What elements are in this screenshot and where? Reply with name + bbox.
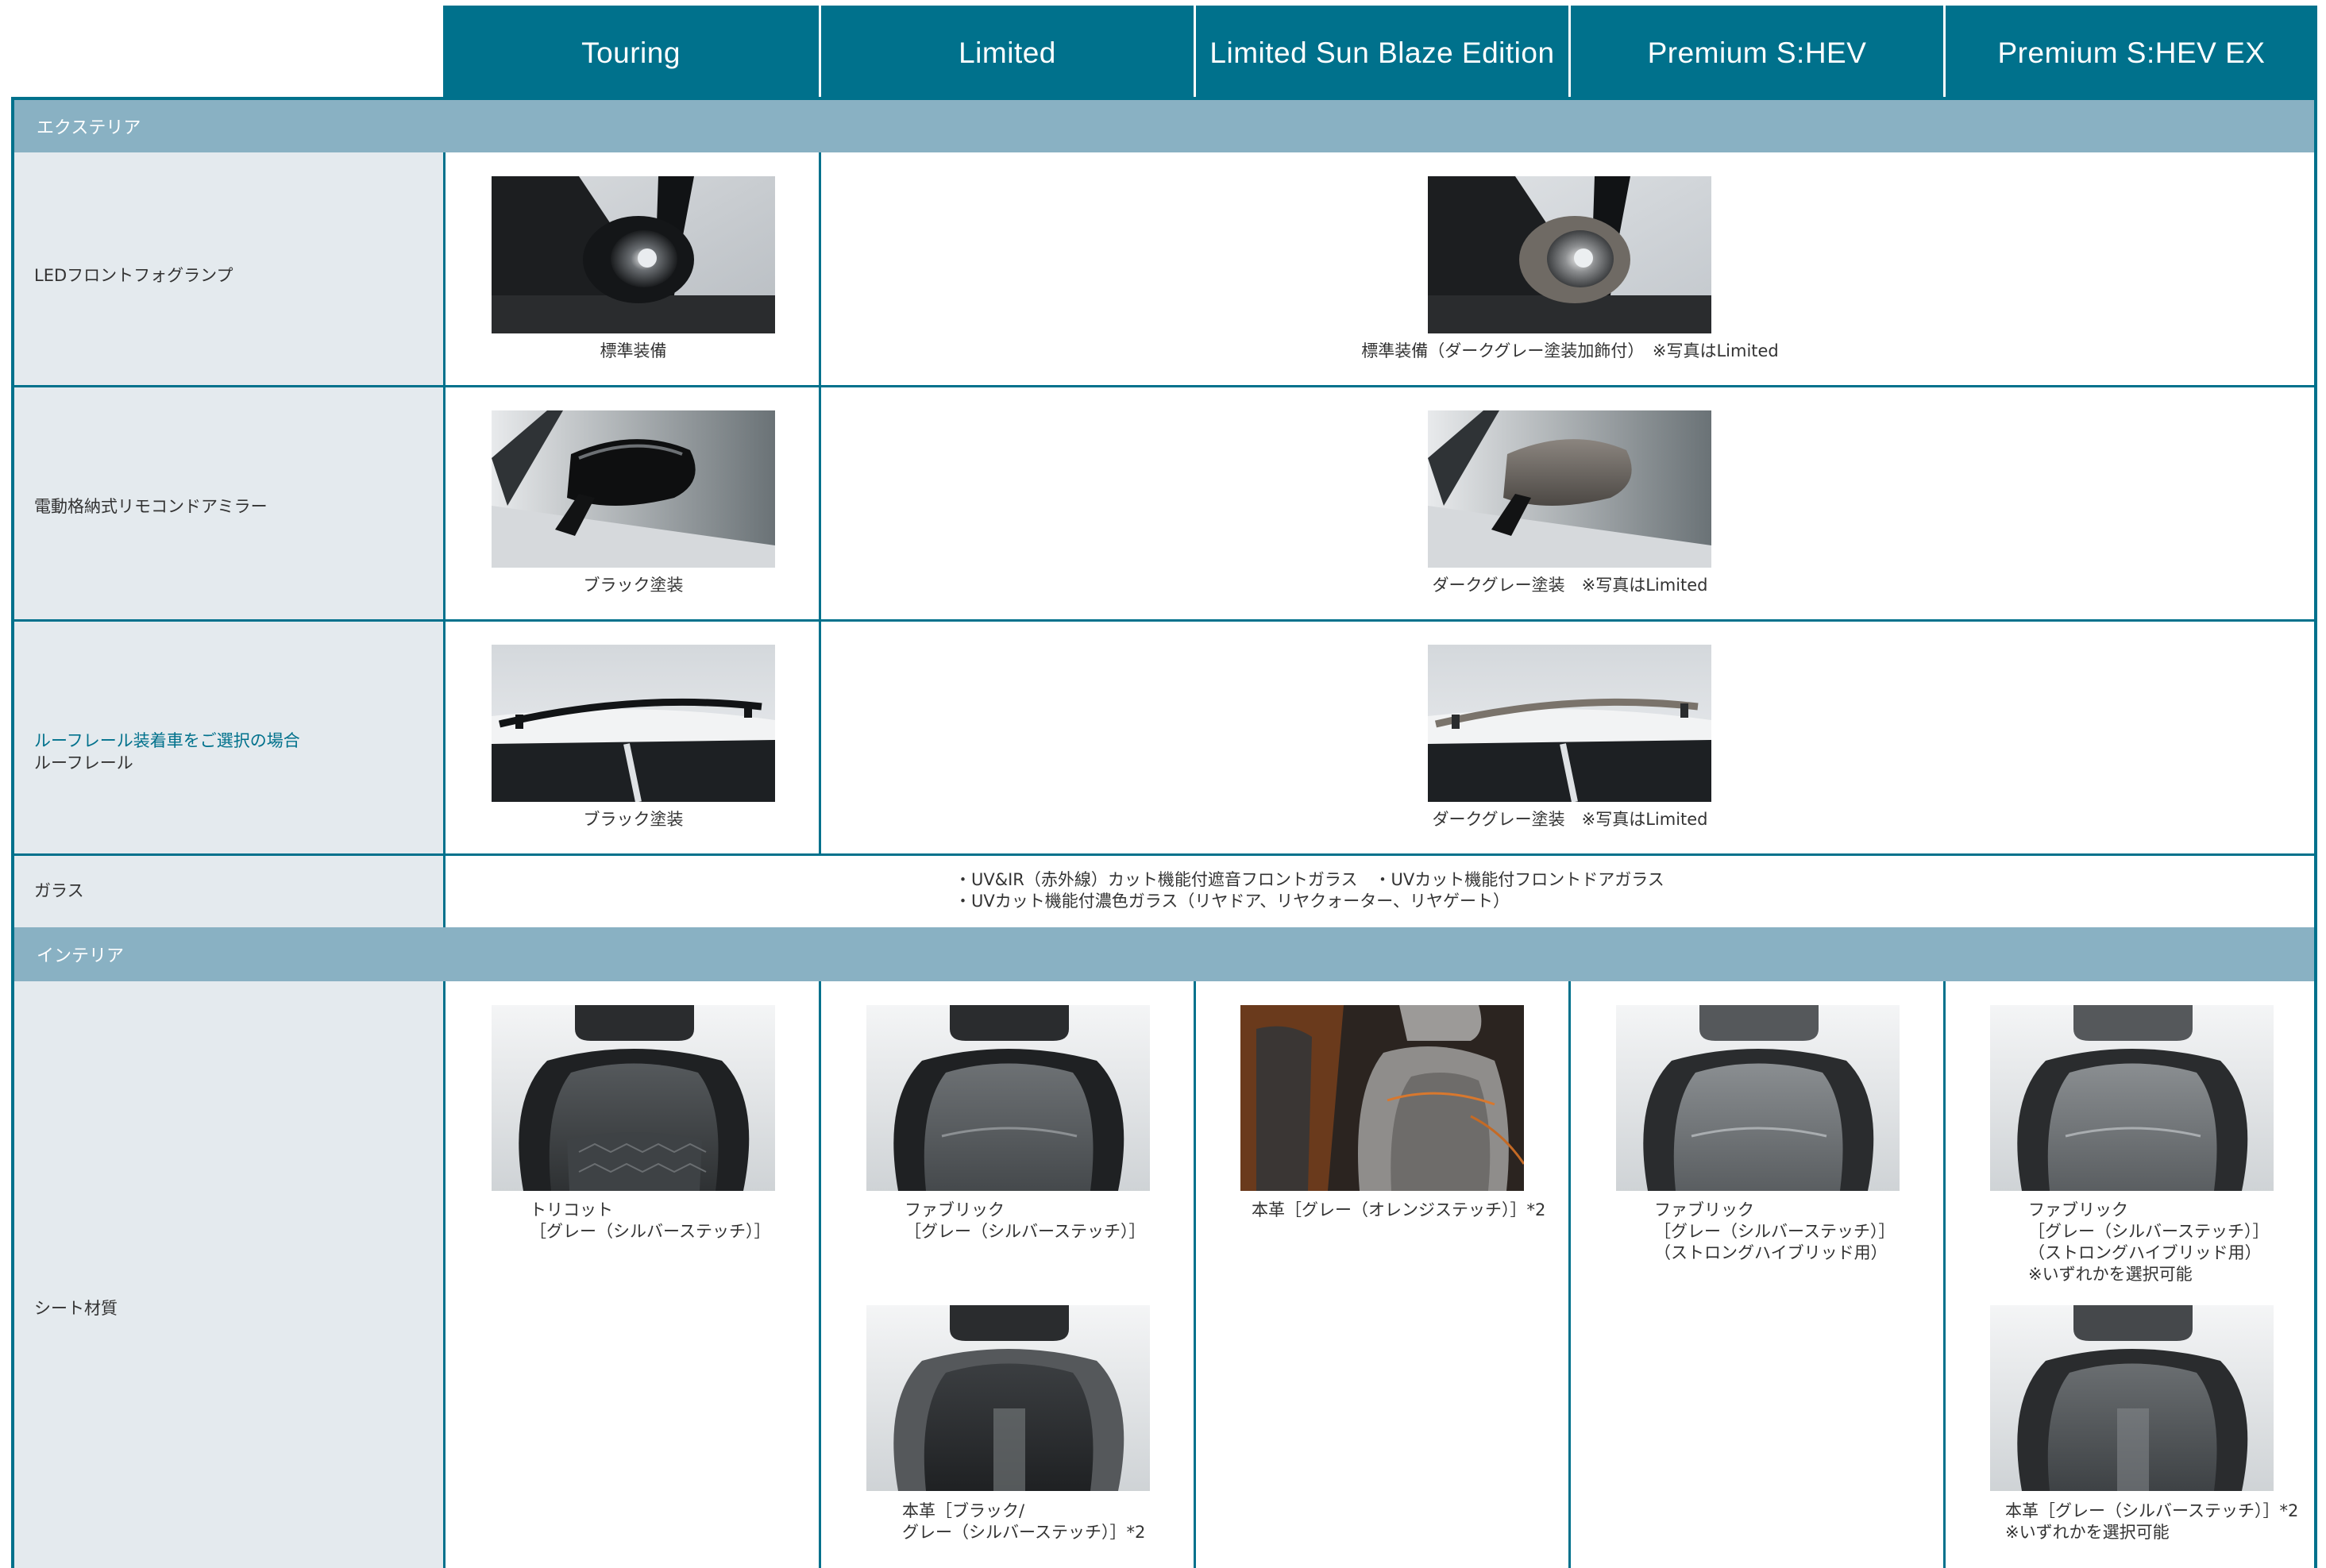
column-divider [1943, 981, 1946, 1568]
seat-leather-black-photo [866, 1305, 1150, 1491]
row-label-fog-lamp: LEDフロントフォグランプ [34, 266, 233, 285]
mirror-gray-photo [1428, 410, 1711, 568]
column-divider [443, 981, 446, 1568]
grade-header-limited-sun-blaze: Limited Sun Blaze Edition [1196, 6, 1568, 101]
fog-lamp-other-grades-caption: 標準装備（ダークグレー塗装加飾付） ※写真はLimited [1361, 341, 1779, 360]
glass-spec-line-1: ・UV&IR（赤外線）カット機能付遮音フロントガラス ・UVカット機能付フロント… [955, 870, 1664, 889]
mirror-touring-caption: ブラック塗装 [583, 576, 684, 595]
row-divider [14, 853, 2314, 856]
column-divider [1194, 981, 1196, 1568]
seat-premium-caption: ファブリック ［グレー（シルバーステッチ）］ （ストロングハイブリッド用） [1654, 1200, 1896, 1262]
row-divider [14, 385, 2314, 387]
roof-rail-touring-caption: ブラック塗装 [583, 810, 684, 829]
roof-rail-gray-photo [1428, 645, 1711, 802]
seat-leather-gray-photo [1990, 1305, 2274, 1491]
row-label-seat-material: シート材質 [34, 1299, 118, 1318]
seat-touring-caption: トリコット ［グレー（シルバーステッチ）］ [530, 1200, 771, 1241]
roof-rail-option-note: ルーフレール装着車をご選択の場合 [34, 731, 300, 750]
roof-rail-other-grades-caption: ダークグレー塗装 ※写真はLimited [1432, 810, 1708, 829]
roof-rail-black-photo [492, 645, 775, 802]
row-label-door-mirror: 電動格納式リモコンドアミラー [34, 497, 268, 516]
seat-limited-fabric-caption: ファブリック ［グレー（シルバーステッチ）］ [905, 1200, 1146, 1241]
seat-limited-leather-caption: 本革［ブラック/ グレー（シルバーステッチ）］*2 [902, 1501, 1146, 1542]
mirror-other-grades-caption: ダークグレー塗装 ※写真はLimited [1432, 576, 1708, 595]
grade-header-premium-shev: Premium S:HEV [1571, 6, 1943, 101]
roof-rail-label: ルーフレール [34, 753, 133, 772]
seat-tricot-photo [492, 1005, 775, 1191]
row-label-glass: ガラス [34, 881, 84, 900]
seat-fabric-photo [866, 1005, 1150, 1191]
seat-hybrid-fabric-ex-photo [1990, 1005, 2274, 1191]
fog-lamp-gray-photo [1428, 176, 1711, 333]
mirror-black-photo [492, 410, 775, 568]
seat-orange-stitch-photo [1240, 1005, 1524, 1191]
seat-premium-ex-leather-caption: 本革［グレー（シルバーステッチ）］*2 ※いずれかを選択可能 [2005, 1501, 2299, 1542]
glass-spec-line-2: ・UVカット機能付濃色ガラス（リヤドア、リヤクォーター、リヤゲート） [955, 892, 1510, 911]
column-divider [819, 981, 821, 1568]
grade-header-touring: Touring [443, 6, 819, 101]
column-divider [443, 152, 446, 927]
column-divider [819, 152, 821, 856]
section-exterior: エクステリア [14, 100, 2314, 152]
seat-sun-blaze-caption: 本革［グレー（オレンジステッチ）］*2 [1252, 1200, 1546, 1219]
row-label-roof-rail: ルーフレール装着車をご選択の場合 ルーフレール [34, 730, 300, 774]
seat-hybrid-fabric-photo [1616, 1005, 1900, 1191]
grade-header-premium-shev-ex: Premium S:HEV EX [1946, 6, 2317, 101]
grade-header-limited: Limited [821, 6, 1194, 101]
section-interior: インテリア [14, 927, 2314, 981]
column-divider [1568, 981, 1571, 1568]
fog-lamp-touring-caption: 標準装備 [600, 341, 667, 360]
label-column-interior [14, 981, 445, 1568]
fog-lamp-black-photo [492, 176, 775, 333]
seat-premium-ex-fabric-caption: ファブリック ［グレー（シルバーステッチ）］ （ストロングハイブリッド用） ※い… [2028, 1200, 2270, 1284]
table-frame-right [2314, 97, 2317, 1568]
row-divider [14, 619, 2314, 622]
